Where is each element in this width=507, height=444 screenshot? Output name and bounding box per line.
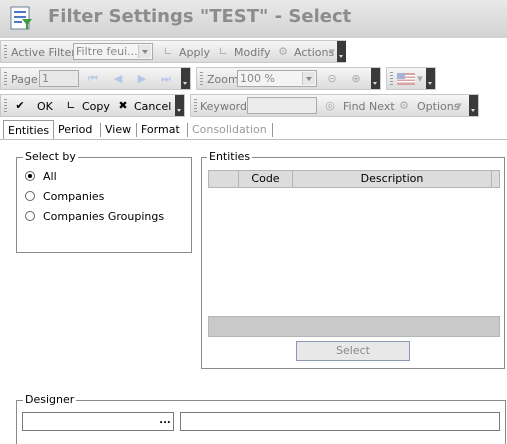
next-page-icon[interactable]: ▶	[135, 72, 149, 86]
tab-format[interactable]: Format	[137, 120, 184, 140]
modify-filter-icon: ∟	[218, 45, 228, 58]
page-toolbar: Page 1 ⏮ ◀ ▶ ⏭	[0, 67, 191, 90]
us-flag-icon[interactable]	[397, 73, 415, 85]
toolbar-grip[interactable]	[4, 45, 7, 59]
radio-companies-groupings[interactable]	[25, 211, 35, 221]
select-by-legend: Select by	[23, 150, 78, 163]
keyword-label: Keyword	[200, 100, 247, 113]
title-bar: Filter Settings "TEST" - Select	[0, 0, 507, 38]
tab-period[interactable]: Period	[54, 120, 96, 140]
select-button[interactable]: Select	[296, 341, 410, 361]
browse-designer-button[interactable]: ...	[159, 415, 171, 428]
tab-view[interactable]: View	[101, 120, 135, 140]
apply-filter-icon: ∟	[163, 45, 173, 58]
entities-grid-footer	[208, 316, 500, 337]
gear-icon: ⚙	[399, 99, 409, 112]
filter-settings-icon	[10, 6, 32, 30]
radio-all[interactable]	[25, 171, 35, 181]
entities-grid-body[interactable]	[208, 188, 500, 316]
ok-button[interactable]: OK	[37, 100, 53, 113]
window-title: Filter Settings "TEST" - Select	[48, 6, 352, 27]
tab-divider	[136, 123, 137, 137]
select-by-group: Select by All Companies Companies Groupi…	[16, 150, 192, 253]
toolbar-grip[interactable]	[194, 99, 197, 113]
zoom-value: 100 %	[240, 72, 275, 85]
toolbar-overflow-button[interactable]	[469, 95, 478, 116]
find-next-button[interactable]: Find Next	[343, 100, 395, 113]
entities-group: Entities Code Description Select	[201, 150, 505, 369]
tab-divider	[100, 123, 101, 137]
toolbar-grip[interactable]	[4, 99, 7, 113]
designer-legend: Designer	[23, 393, 77, 406]
previous-page-icon[interactable]: ◀	[111, 72, 125, 86]
caret-down-icon: ▾	[417, 72, 423, 85]
gear-icon: ⚙	[278, 45, 288, 58]
caret-down-icon: ▾	[456, 99, 462, 112]
search-toolbar: Keyword ◎ Find Next ⚙ Options ▾	[190, 94, 479, 117]
toolbar-grip[interactable]	[390, 72, 393, 86]
designer-name-field[interactable]	[180, 412, 500, 431]
tab-entities[interactable]: Entities	[3, 120, 55, 140]
tab-consolidation: Consolidation	[192, 123, 267, 136]
radio-companies[interactable]	[25, 191, 35, 201]
column-header-description[interactable]: Description	[293, 171, 492, 187]
zoom-select[interactable]: 100 %	[237, 70, 317, 87]
toolbar-overflow-button[interactable]	[181, 68, 190, 89]
designer-group: Designer ...	[16, 393, 506, 444]
radio-companies-label[interactable]: Companies	[43, 190, 104, 203]
caret-down-icon: ▾	[329, 45, 335, 58]
copy-filter-icon: ∟	[66, 99, 76, 112]
cancel-button[interactable]: Cancel	[134, 100, 171, 113]
designer-code-field[interactable]: ...	[22, 412, 174, 431]
toolbar-overflow-button[interactable]	[426, 68, 435, 89]
page-value: 1	[42, 72, 49, 85]
column-header-code[interactable]: Code	[239, 171, 293, 187]
active-filter-select[interactable]: Filtre feui...	[73, 43, 153, 60]
apply-button[interactable]: Apply	[179, 46, 210, 59]
options-menu-button[interactable]: Options	[417, 100, 459, 113]
dialog-actions-toolbar: ✔ OK ∟ Copy ✖ Cancel	[0, 94, 185, 117]
close-icon: ✖	[118, 99, 128, 112]
modify-button[interactable]: Modify	[234, 46, 270, 59]
zoom-label: Zoom	[207, 73, 239, 86]
page-input[interactable]: 1	[39, 70, 79, 87]
toolbar-overflow-button[interactable]	[175, 95, 184, 116]
checkmark-icon: ✔	[15, 99, 25, 112]
binoculars-icon: ◎	[325, 99, 335, 112]
entities-grid-header: Code Description	[208, 170, 500, 188]
tab-strip: Entities Period View Format Consolidatio…	[0, 120, 507, 140]
tab-divider	[53, 123, 54, 137]
toolbar-overflow-button[interactable]	[371, 68, 380, 89]
toolbar-grip[interactable]	[4, 72, 7, 86]
entities-legend: Entities	[207, 150, 253, 163]
toolbar-grip[interactable]	[200, 72, 203, 86]
filter-toolbar: Active Filter Filtre feui... ∟ Apply ∟ M…	[0, 40, 346, 63]
page-label: Page	[11, 73, 38, 86]
zoom-in-icon[interactable]: ⊕	[349, 72, 363, 86]
language-toolbar: ▾	[386, 67, 436, 90]
chevron-down-icon	[302, 72, 315, 85]
tab-divider-line	[0, 139, 507, 140]
first-page-icon[interactable]: ⏮	[86, 72, 100, 86]
row-indicator-header	[209, 171, 239, 187]
radio-all-label[interactable]: All	[43, 170, 57, 183]
tab-divider	[187, 123, 188, 137]
active-filter-label: Active Filter	[11, 46, 76, 59]
tab-divider	[272, 123, 273, 137]
zoom-out-icon[interactable]: ⊝	[325, 72, 339, 86]
last-page-icon[interactable]: ⏭	[159, 72, 173, 86]
keyword-input[interactable]	[247, 97, 317, 114]
active-filter-value: Filtre feui...	[76, 45, 138, 58]
radio-companies-groupings-label[interactable]: Companies Groupings	[43, 210, 164, 223]
toolbar-overflow-button[interactable]	[337, 41, 346, 62]
copy-button[interactable]: Copy	[82, 100, 110, 113]
zoom-toolbar: Zoom 100 % ⊝ ⊕	[196, 67, 381, 90]
chevron-down-icon	[138, 45, 151, 58]
